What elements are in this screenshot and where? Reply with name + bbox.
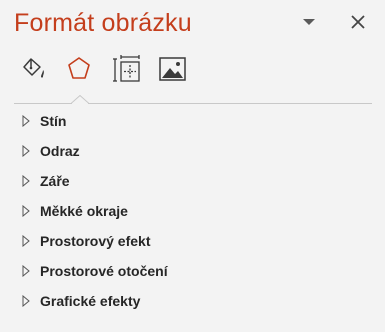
tab-divider: [88, 103, 372, 104]
section-shadow[interactable]: Stín: [0, 107, 385, 137]
chevron-down-icon: [303, 19, 315, 25]
chevron-right-icon: [22, 115, 30, 127]
section-artistic-effects[interactable]: Grafické efekty: [0, 287, 385, 317]
pentagon-effects-icon: [68, 57, 90, 79]
picture-icon: [159, 57, 186, 81]
close-button[interactable]: [347, 11, 369, 33]
section-label: Prostorový efekt: [40, 233, 151, 249]
section-label: Odraz: [40, 143, 80, 159]
chevron-right-icon: [22, 265, 30, 277]
chevron-right-icon: [22, 295, 30, 307]
tab-divider: [14, 103, 72, 104]
active-tab-indicator: [71, 95, 89, 104]
format-picture-pane: Formát obrázku Stín Odraz Záře Měkké okr…: [0, 0, 385, 332]
tab-size-properties[interactable]: [110, 52, 144, 88]
chevron-right-icon: [22, 145, 30, 157]
tab-fill-line[interactable]: [18, 52, 52, 88]
section-reflection[interactable]: Odraz: [0, 137, 385, 167]
effects-section-list: Stín Odraz Záře Měkké okraje Prostorový …: [0, 107, 385, 317]
chevron-right-icon: [22, 205, 30, 217]
chevron-right-icon: [22, 235, 30, 247]
section-label: Stín: [40, 113, 67, 129]
section-glow[interactable]: Záře: [0, 167, 385, 197]
chevron-right-icon: [22, 175, 30, 187]
tab-effects[interactable]: [62, 52, 96, 88]
section-soft-edges[interactable]: Měkké okraje: [0, 197, 385, 227]
close-icon: [351, 15, 365, 29]
section-label: Grafické efekty: [40, 293, 141, 309]
category-tabs: [14, 52, 204, 92]
tab-picture[interactable]: [156, 52, 190, 88]
section-3d-format[interactable]: Prostorový efekt: [0, 227, 385, 257]
pane-options-button[interactable]: [298, 11, 320, 33]
section-label: Záře: [40, 173, 70, 189]
pane-title: Formát obrázku: [14, 9, 192, 37]
paint-bucket-icon: [23, 58, 44, 78]
section-label: Měkké okraje: [40, 203, 128, 219]
section-label: Prostorové otočení: [40, 263, 168, 279]
size-properties-icon: [113, 55, 140, 82]
section-3d-rotation[interactable]: Prostorové otočení: [0, 257, 385, 287]
